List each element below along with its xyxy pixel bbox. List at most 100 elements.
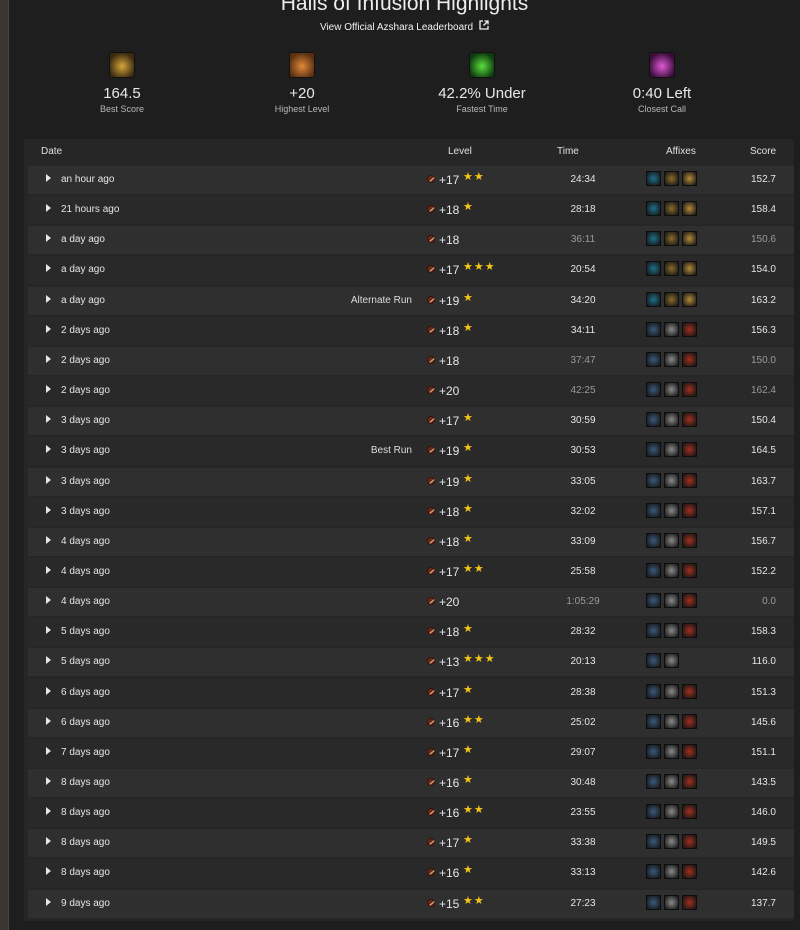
chevron-right-icon[interactable] [46,746,51,755]
table-row[interactable]: a day ago +18 36:11 150.6 [28,226,794,255]
fortified-affix-icon[interactable] [682,472,697,488]
header-date[interactable]: Date [41,146,62,157]
bolstering-affix-icon[interactable] [664,683,679,699]
bolstering-affix-icon[interactable] [664,412,679,428]
storming-affix-icon[interactable] [646,713,661,729]
fortified-affix-icon[interactable] [682,774,697,789]
chevron-right-icon[interactable] [46,596,51,605]
chevron-right-icon[interactable] [46,234,51,243]
leaderboard-link[interactable]: View Official Azshara Leaderboard [9,20,800,33]
bolstering-affix-icon[interactable] [664,713,679,729]
table-row[interactable]: 6 days ago +16 ★★ 25:02 145.6 [28,708,794,737]
table-row[interactable]: a day ago Alternate Run +19 ★ 34:20 163.2 [28,286,794,315]
table-row[interactable]: 5 days ago +13 ★★★ 20:13 116.0 [28,648,794,677]
chevron-right-icon[interactable] [46,656,51,665]
bolstering-affix-icon[interactable] [664,442,679,458]
header-score[interactable]: Score [750,146,776,157]
fortified-affix-icon[interactable] [682,351,697,367]
bolstering-affix-icon[interactable] [664,864,679,880]
fortified-affix-icon[interactable] [682,321,697,337]
header-level[interactable]: Level [448,146,472,157]
spiteful-affix-icon[interactable] [646,201,661,217]
bolstering-affix-icon[interactable] [664,321,679,337]
chevron-right-icon[interactable] [46,777,51,785]
table-row[interactable]: 3 days ago Best Run +19 ★ 30:53 164.5 [28,437,794,466]
bolstering-affix-icon[interactable] [664,532,679,548]
chevron-right-icon[interactable] [46,385,51,394]
fortified-affix-icon[interactable] [682,804,697,820]
chevron-right-icon[interactable] [46,807,51,816]
fortified-affix-icon[interactable] [682,382,697,398]
storming-affix-icon[interactable] [646,683,661,699]
tyrannical-affix-icon[interactable] [682,291,697,307]
storming-affix-icon[interactable] [646,472,661,488]
fortified-affix-icon[interactable] [682,834,697,850]
table-row[interactable]: 6 days ago +17 ★ 28:38 151.3 [28,678,794,707]
fortified-affix-icon[interactable] [682,743,697,759]
table-row[interactable]: 8 days ago +17 ★ 33:38 149.5 [28,829,794,858]
chevron-right-icon[interactable] [46,445,51,454]
spiteful-affix-icon[interactable] [646,231,661,247]
quaking-affix-icon[interactable] [664,231,679,247]
bolstering-affix-icon[interactable] [664,623,679,639]
table-row[interactable]: 4 days ago +18 ★ 33:09 156.7 [28,527,794,556]
table-row[interactable]: 8 days ago +16 ★ 33:13 142.6 [28,859,794,888]
table-row[interactable]: an hour ago +17 ★★ 24:34 152.7 [28,166,794,194]
table-row[interactable]: 7 days ago +17 ★ 29:07 151.1 [28,738,794,767]
bolstering-affix-icon[interactable] [664,743,679,759]
spiteful-affix-icon[interactable] [646,261,661,277]
tyrannical-affix-icon[interactable] [682,171,697,186]
bolstering-affix-icon[interactable] [664,804,679,820]
storming-affix-icon[interactable] [646,502,661,518]
storming-affix-icon[interactable] [646,382,661,398]
chevron-right-icon[interactable] [46,174,51,182]
storming-affix-icon[interactable] [646,653,661,669]
fortified-affix-icon[interactable] [682,412,697,428]
bolstering-affix-icon[interactable] [664,382,679,398]
table-row[interactable]: 3 days ago +18 ★ 32:02 157.1 [28,497,794,526]
chevron-right-icon[interactable] [46,716,51,725]
table-row[interactable]: 5 days ago +18 ★ 28:32 158.3 [28,618,794,647]
fortified-affix-icon[interactable] [682,683,697,699]
storming-affix-icon[interactable] [646,774,661,789]
storming-affix-icon[interactable] [646,442,661,458]
table-row[interactable]: 2 days ago +18 ★ 34:11 156.3 [28,316,794,345]
chevron-right-icon[interactable] [46,354,51,363]
bolstering-affix-icon[interactable] [664,502,679,518]
fortified-affix-icon[interactable] [682,562,697,578]
fortified-affix-icon[interactable] [682,864,697,880]
chevron-right-icon[interactable] [46,686,51,695]
bolstering-affix-icon[interactable] [664,562,679,578]
fortified-affix-icon[interactable] [682,894,697,910]
chevron-right-icon[interactable] [46,324,51,333]
header-time[interactable]: Time [557,146,579,157]
storming-affix-icon[interactable] [646,894,661,910]
storming-affix-icon[interactable] [646,562,661,578]
chevron-right-icon[interactable] [46,837,51,846]
chevron-right-icon[interactable] [46,897,51,906]
storming-affix-icon[interactable] [646,321,661,337]
table-row[interactable]: 2 days ago +20 42:25 162.4 [28,377,794,406]
storming-affix-icon[interactable] [646,412,661,428]
table-row[interactable]: 3 days ago +19 ★ 33:05 163.7 [28,467,794,496]
storming-affix-icon[interactable] [646,623,661,639]
tyrannical-affix-icon[interactable] [682,261,697,277]
chevron-right-icon[interactable] [46,505,51,514]
table-row[interactable]: a day ago +17 ★★★ 20:54 154.0 [28,256,794,285]
bolstering-affix-icon[interactable] [664,834,679,850]
fortified-affix-icon[interactable] [682,593,697,609]
table-row[interactable]: 2 days ago +18 37:47 150.0 [28,346,794,375]
bolstering-affix-icon[interactable] [664,774,679,789]
table-row[interactable]: 4 days ago +20 1:05:29 0.0 [28,588,794,617]
fortified-affix-icon[interactable] [682,442,697,458]
chevron-right-icon[interactable] [46,535,51,544]
storming-affix-icon[interactable] [646,532,661,548]
chevron-right-icon[interactable] [46,475,51,484]
storming-affix-icon[interactable] [646,743,661,759]
fortified-affix-icon[interactable] [682,623,697,639]
chevron-right-icon[interactable] [46,867,51,876]
bolstering-affix-icon[interactable] [664,593,679,609]
chevron-right-icon[interactable] [46,294,51,303]
chevron-right-icon[interactable] [46,204,51,213]
chevron-right-icon[interactable] [46,565,51,574]
